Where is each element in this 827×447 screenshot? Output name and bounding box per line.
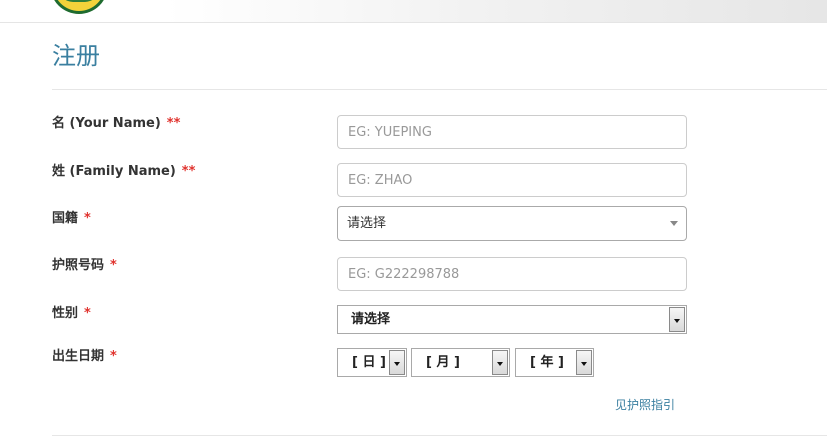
passport-label: 护照号码 * bbox=[52, 254, 117, 273]
top-header-bar bbox=[0, 0, 827, 23]
nationality-label: 国籍 * bbox=[52, 207, 91, 226]
required-mark: * bbox=[84, 211, 91, 226]
nationality-label-text: 国籍 bbox=[52, 211, 79, 226]
required-mark: * bbox=[84, 306, 91, 321]
passport-guide-link[interactable]: 见护照指引 bbox=[615, 396, 675, 413]
divider-top bbox=[52, 89, 827, 90]
divider-bottom bbox=[52, 435, 827, 436]
nationality-selected-value: 请选择 bbox=[347, 216, 387, 231]
dob-month-selected-value: [ 月 ] bbox=[426, 355, 460, 370]
nationality-select[interactable]: 请选择 bbox=[337, 206, 687, 241]
gender-label-text: 性别 bbox=[52, 306, 79, 321]
dropdown-arrow-icon[interactable] bbox=[576, 350, 592, 375]
family-name-label: 姓 (Family Name) ** bbox=[52, 160, 195, 179]
first-name-label-text: 名 (Your Name) bbox=[52, 116, 161, 131]
required-mark: ** bbox=[181, 164, 196, 179]
required-mark: * bbox=[110, 349, 117, 364]
gender-label: 性别 * bbox=[52, 302, 91, 321]
dob-year-select[interactable]: [ 年 ] bbox=[515, 348, 594, 377]
dob-year-selected-value: [ 年 ] bbox=[530, 355, 564, 370]
logo-emblem-inner bbox=[59, 0, 99, 2]
first-name-label: 名 (Your Name) ** bbox=[52, 112, 180, 131]
dob-day-select[interactable]: [ 日 ] bbox=[337, 348, 407, 377]
dob-label-text: 出生日期 bbox=[52, 349, 105, 364]
dob-label: 出生日期 * bbox=[52, 345, 117, 364]
first-name-input[interactable] bbox=[337, 115, 687, 149]
dob-month-select[interactable]: [ 月 ] bbox=[411, 348, 510, 377]
required-mark: * bbox=[110, 258, 117, 273]
dropdown-arrow-icon[interactable] bbox=[389, 350, 405, 375]
page-title: 注册 bbox=[52, 42, 100, 70]
gender-select[interactable]: 请选择 bbox=[337, 305, 687, 334]
dropdown-arrow-icon[interactable] bbox=[492, 350, 508, 375]
family-name-input[interactable] bbox=[337, 163, 687, 197]
dropdown-arrow-icon[interactable] bbox=[669, 307, 685, 332]
passport-label-text: 护照号码 bbox=[52, 258, 105, 273]
required-mark: ** bbox=[166, 116, 181, 131]
dob-day-selected-value: [ 日 ] bbox=[352, 355, 386, 370]
passport-number-input[interactable] bbox=[337, 257, 687, 291]
gender-selected-value: 请选择 bbox=[351, 312, 391, 327]
chevron-down-icon bbox=[670, 221, 678, 226]
family-name-label-text: 姓 (Family Name) bbox=[52, 164, 176, 179]
logo-emblem bbox=[50, 0, 108, 14]
